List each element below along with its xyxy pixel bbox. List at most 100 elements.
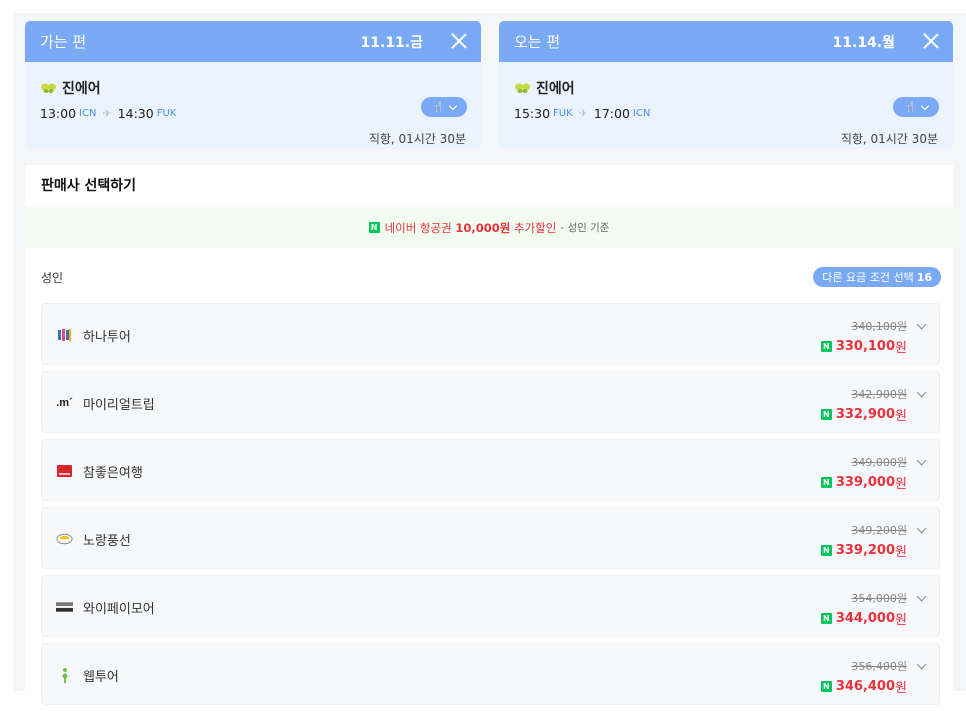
inbound-airline-name: 진에어 <box>536 81 575 97</box>
chevron-down-icon <box>920 101 929 110</box>
chevron-down-icon[interactable] <box>916 455 927 466</box>
outbound-dep-airport: ICN <box>79 108 97 119</box>
outbound-arr-airport: FUK <box>156 108 177 119</box>
outbound-direction-label: 가는 편 <box>40 33 87 51</box>
inbound-direction-label: 오는 편 <box>514 33 561 51</box>
seller-name: 와이페이모어 <box>83 602 155 617</box>
discounted-price: N 344,000 원 <box>820 609 907 628</box>
outbound-arr-time: 14:30 <box>117 106 154 121</box>
banner-note: - 성인 기준 <box>560 222 610 234</box>
naver-n-icon: N <box>820 613 832 624</box>
chevron-down-icon[interactable] <box>916 319 927 330</box>
seller-row[interactable]: 하나투어 340,100원 N 330,100 원 <box>41 303 940 365</box>
banner-amount: 10,000원 <box>455 220 511 235</box>
original-price: 349,000원 <box>851 456 907 469</box>
inbound-dep-time: 15:30 <box>514 106 551 121</box>
meal-icon: 🍴 <box>904 101 917 113</box>
outbound-header: 가는 편 11.11.금 <box>25 21 481 62</box>
inbound-body: 진에어 🍴 15:30 FUK ✈ 17:00 ICN 직항, 01시간 30분 <box>499 78 953 146</box>
seller-row[interactable]: .m´ 마이리얼트립 342,900원 N 332,900 원 <box>41 371 940 433</box>
discounted-price: N 332,900 원 <box>820 405 907 424</box>
jinair-butterfly-icon <box>515 83 530 93</box>
price-currency: 원 <box>895 477 907 492</box>
discounted-price: N 346,400 원 <box>820 677 907 696</box>
price-amount: 332,900 <box>835 407 896 422</box>
seller-name: 참좋은여행 <box>83 466 143 481</box>
inbound-flight-card: 오는 편 11.14.월 진에어 🍴 15:30 FUK ✈ 17:00 ICN… <box>499 21 953 149</box>
banner-text: 네이버 항공권 10,000원 추가할인 <box>385 220 557 236</box>
verygoodtour-logo <box>56 464 73 478</box>
seller-name: 하나투어 <box>83 330 131 345</box>
inbound-dep-airport: FUK <box>553 108 573 119</box>
outbound-body: 진에어 🍴 13:00 ICN ✈ 14:30 FUK 직항, 01시간 30분 <box>25 78 481 146</box>
chevron-down-icon <box>448 101 457 110</box>
inbound-meal-button[interactable]: 🍴 <box>893 97 939 117</box>
chevron-down-icon[interactable] <box>916 659 927 670</box>
discounted-price: N 339,200 원 <box>820 541 907 560</box>
original-price: 354,000원 <box>851 592 907 605</box>
price-currency: 원 <box>895 341 907 356</box>
inbound-header: 오는 편 11.14.월 <box>499 21 953 62</box>
naver-n-icon: N <box>820 545 832 556</box>
price-amount: 346,400 <box>835 679 896 694</box>
original-price: 356,400원 <box>851 660 907 673</box>
naver-n-icon: N <box>368 222 380 233</box>
plane-icon: ✈ <box>102 107 112 120</box>
seller-name: 웹투어 <box>83 670 119 685</box>
naver-n-icon: N <box>820 409 832 420</box>
inbound-date: 11.14.월 <box>832 35 895 51</box>
naver-n-icon: N <box>820 341 832 352</box>
naver-n-icon: N <box>820 681 832 692</box>
seller-list: 하나투어 340,100원 N 330,100 원 .m´ 마이리얼트립 342,900원 N 3… <box>41 303 940 711</box>
discounted-price: N 339,000 원 <box>820 473 907 492</box>
seller-row[interactable]: 와이페이모어 354,000원 N 344,000 원 <box>41 575 940 637</box>
hanatour-logo <box>56 328 73 342</box>
webtour-logo <box>56 668 73 683</box>
discounted-price: N 330,100 원 <box>820 337 907 356</box>
inbound-arr-time: 17:00 <box>593 106 630 121</box>
passenger-type-label: 성인 <box>41 271 64 285</box>
other-fare-conditions-button[interactable]: 다른 요금 조건 선택 16 <box>813 267 941 287</box>
naver-discount-banner: N 네이버 항공권 10,000원 추가할인 - 성인 기준 <box>25 207 953 248</box>
original-price: 349,200원 <box>851 524 907 537</box>
outbound-flight-card: 가는 편 11.11.금 진에어 🍴 13:00 ICN ✈ 14:30 FUK… <box>25 21 481 149</box>
outbound-close-icon[interactable] <box>451 33 467 49</box>
fare-button-label: 다른 요금 조건 선택 <box>822 271 914 284</box>
yellowballoon-logo <box>56 532 73 546</box>
seller-row[interactable]: 참좋은여행 349,000원 N 339,000 원 <box>41 439 940 501</box>
original-price: 340,100원 <box>851 320 907 333</box>
meal-icon: 🍴 <box>432 101 445 113</box>
inbound-airline-row: 진에어 <box>514 78 938 98</box>
banner-suffix: 추가할인 <box>510 220 557 235</box>
seller-name: 노랑풍선 <box>83 534 131 549</box>
inbound-time-row: 15:30 FUK ✈ 17:00 ICN <box>514 106 938 121</box>
seller-panel: 판매사 선택하기 N 네이버 항공권 10,000원 추가할인 - 성인 기준 … <box>25 165 953 705</box>
outbound-route-info: 직항, 01시간 30분 <box>368 132 466 146</box>
banner-prefix: 네이버 항공권 <box>384 220 456 235</box>
outbound-meal-button[interactable]: 🍴 <box>421 97 467 117</box>
price-currency: 원 <box>895 545 907 560</box>
ypaymore-logo <box>56 600 73 614</box>
price-currency: 원 <box>895 409 907 424</box>
seller-row[interactable]: 웹투어 356,400원 N 346,400 원 <box>41 643 940 705</box>
seller-name: 마이리얼트립 <box>83 398 155 413</box>
outbound-time-row: 13:00 ICN ✈ 14:30 FUK <box>40 106 466 121</box>
inbound-route-info: 직항, 01시간 30분 <box>840 132 938 146</box>
inbound-arr-airport: ICN <box>632 108 651 119</box>
outbound-airline-name: 진에어 <box>62 81 101 97</box>
price-amount: 330,100 <box>835 339 896 354</box>
myrealtrip-logo: .m´ <box>56 397 73 409</box>
inbound-close-icon[interactable] <box>923 33 939 49</box>
original-price: 342,900원 <box>851 388 907 401</box>
seller-row[interactable]: 노랑풍선 349,200원 N 339,200 원 <box>41 507 940 569</box>
chevron-down-icon[interactable] <box>916 523 927 534</box>
price-amount: 344,000 <box>835 611 896 626</box>
outbound-airline-row: 진에어 <box>40 78 466 98</box>
outbound-dep-time: 13:00 <box>40 106 77 121</box>
plane-icon: ✈ <box>578 107 588 120</box>
fare-button-count: 16 <box>916 270 932 284</box>
chevron-down-icon[interactable] <box>916 591 927 602</box>
chevron-down-icon[interactable] <box>916 387 927 398</box>
price-amount: 339,000 <box>835 475 896 490</box>
price-currency: 원 <box>895 681 907 696</box>
